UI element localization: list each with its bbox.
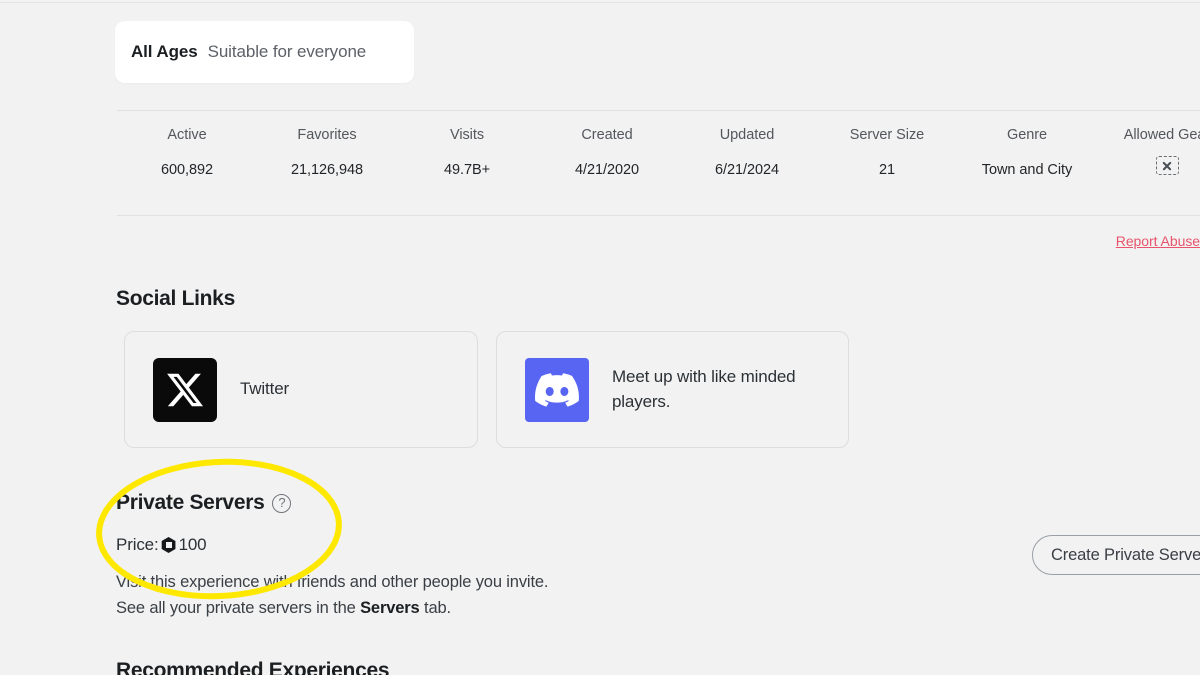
stat-updated: Updated 6/21/2024 (677, 111, 817, 215)
help-circle-icon[interactable]: ? (272, 493, 292, 513)
private-servers-heading: Private Servers ? (116, 491, 292, 515)
stat-label: Updated (719, 127, 775, 143)
stat-value: 4/21/2020 (574, 162, 640, 178)
recommended-experiences-title: Recommended Experiences (116, 659, 390, 675)
stat-allowed-gear: Allowed Gear (1097, 111, 1200, 215)
stat-label: Visits (449, 127, 485, 143)
price-label: Price: (116, 535, 159, 554)
stat-value: 21 (878, 162, 896, 178)
stat-label: Favorites (297, 127, 357, 143)
report-abuse-link[interactable]: Report Abuse (1116, 233, 1200, 249)
stat-server-size: Server Size 21 (817, 111, 957, 215)
social-card-discord[interactable]: Meet up with like minded players. (496, 331, 849, 448)
robux-icon (161, 537, 176, 553)
stat-value: 21,126,948 (290, 162, 364, 178)
stat-created: Created 4/21/2020 (537, 111, 677, 215)
stat-active: Active 600,892 (117, 111, 257, 215)
discord-icon (525, 357, 589, 422)
social-card-twitter[interactable]: Twitter (124, 331, 478, 448)
stat-label: Server Size (849, 127, 925, 143)
stat-value: Town and City (981, 162, 1073, 178)
social-card-label: Twitter (240, 379, 290, 399)
age-rating-card[interactable]: All Ages Suitable for everyone (115, 21, 414, 83)
private-servers-description-line-2: See all your private servers in the Serv… (116, 596, 548, 622)
stat-value: 6/21/2024 (714, 162, 780, 178)
stat-value: 600,892 (160, 162, 214, 178)
experience-stats: Active 600,892 Favorites 21,126,948 Visi… (117, 111, 1200, 215)
age-rating-label: All Ages (131, 42, 198, 61)
private-servers-title: Private Servers (116, 491, 265, 514)
stats-divider-bottom (117, 215, 1200, 216)
private-server-price: Price: 100 (116, 535, 207, 555)
experience-details-page: All Ages Suitable for everyone Active 60… (0, 0, 1200, 675)
no-gear-icon (1155, 156, 1179, 175)
stat-value: 49.7B+ (443, 162, 491, 178)
desc-post: tab. (419, 598, 451, 617)
x-twitter-icon (153, 357, 217, 422)
social-links-title: Social Links (116, 287, 235, 310)
stat-value (1155, 156, 1179, 179)
stat-label: Created (581, 127, 633, 143)
servers-tab-link[interactable]: Servers (360, 599, 420, 617)
stat-label: Allowed Gear (1123, 127, 1200, 143)
stat-label: Active (167, 127, 207, 143)
stat-genre: Genre Town and City (957, 111, 1097, 215)
private-servers-description-line-1: Visit this experience with friends and o… (116, 573, 549, 591)
age-rating-description: Suitable for everyone (207, 42, 367, 61)
price-amount: 100 (178, 535, 207, 554)
desc-pre: See all your private servers in the (116, 598, 361, 617)
stat-label: Genre (1006, 127, 1048, 143)
social-links-row: Twitter Meet up with like minded players… (124, 331, 849, 448)
social-card-label: Meet up with like minded players. (612, 367, 796, 411)
private-servers-description: Visit this experience with friends and o… (116, 570, 548, 622)
create-private-server-button[interactable]: Create Private Server (1032, 535, 1200, 575)
stat-visits: Visits 49.7B+ (397, 111, 537, 215)
stat-favorites: Favorites 21,126,948 (257, 111, 397, 215)
